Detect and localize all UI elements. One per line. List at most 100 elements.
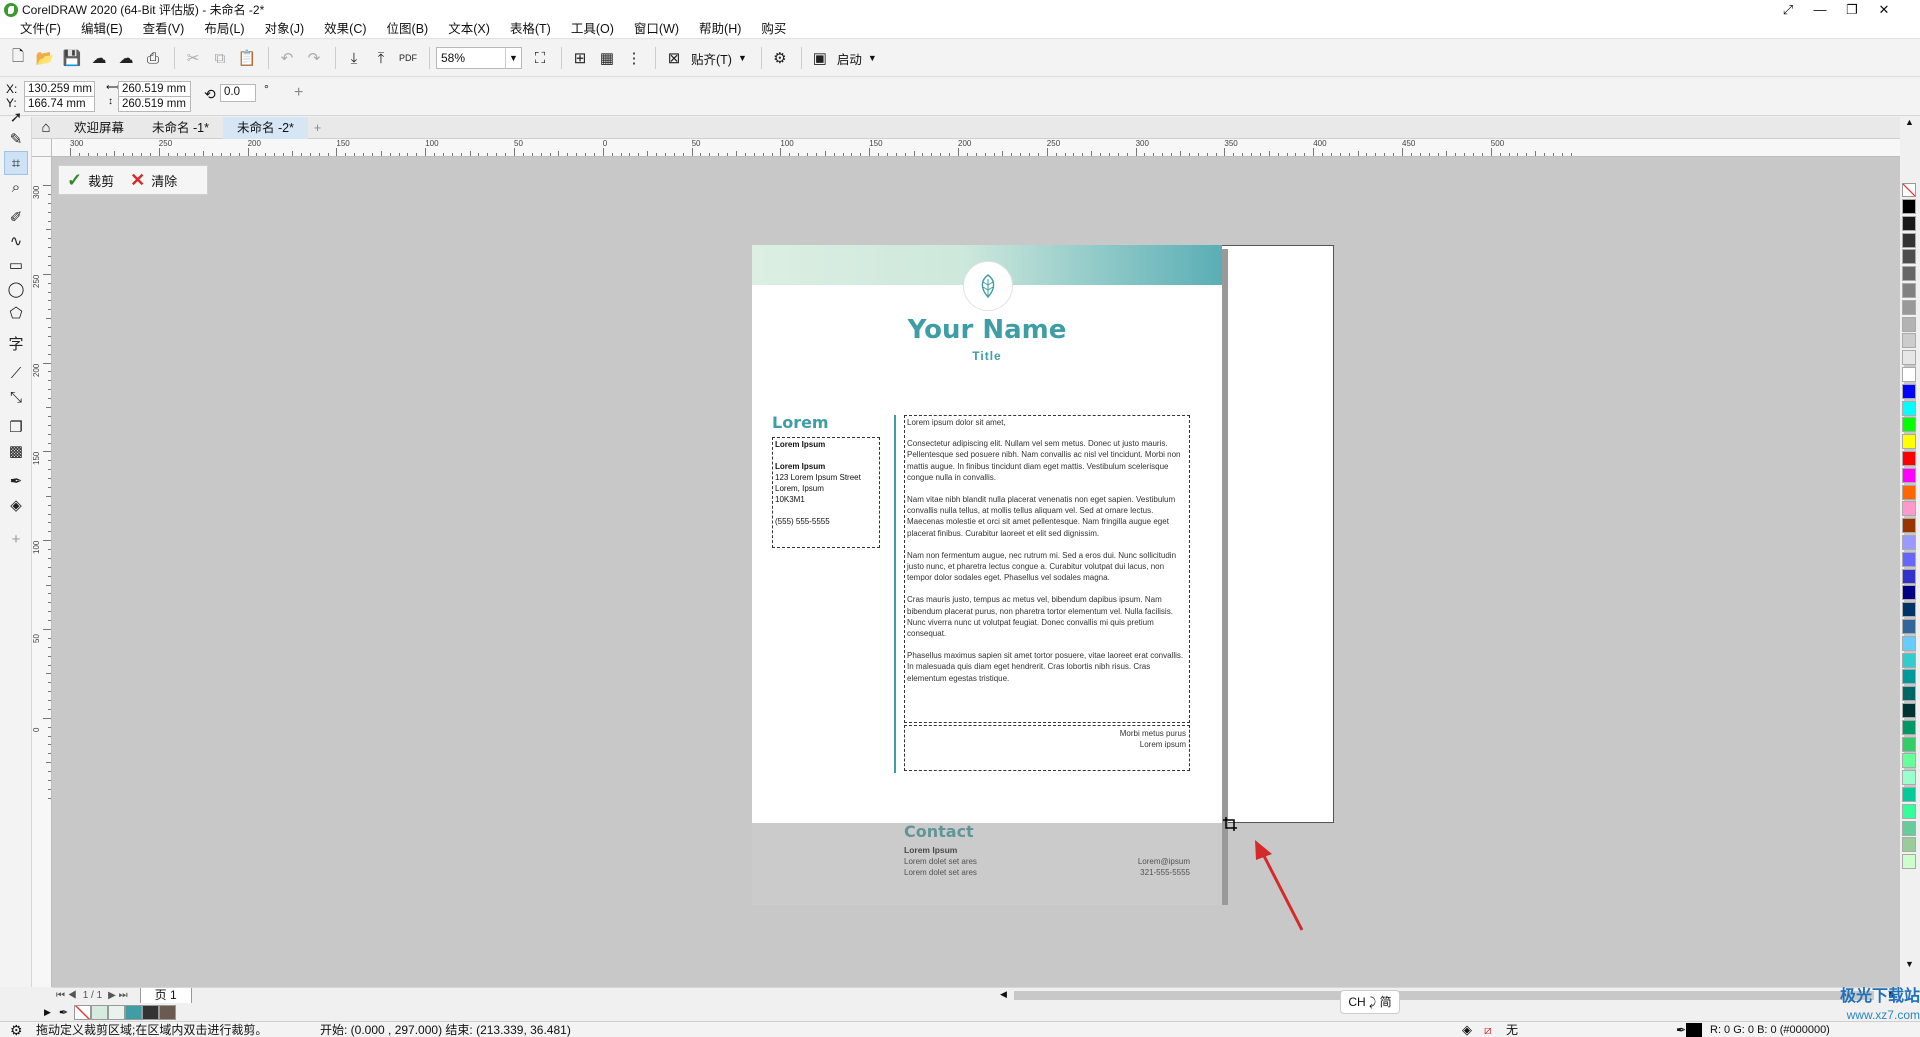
import-icon[interactable]: ⤓ xyxy=(342,46,366,70)
menu-tools[interactable]: 工具(O) xyxy=(561,19,624,39)
settings-gear-icon[interactable]: ⚙ xyxy=(10,1022,23,1037)
open-folder-icon[interactable]: 📂 xyxy=(33,46,57,70)
palette-color-swatch[interactable] xyxy=(1902,417,1916,433)
snap-to-dropdown[interactable]: 贴齐(T) xyxy=(691,49,732,68)
launch-app-icon[interactable]: ▣ xyxy=(808,46,832,70)
polygon-tool-icon[interactable]: ⬠ xyxy=(4,301,28,325)
full-screen-icon[interactable]: ⛶ xyxy=(528,46,552,70)
pick-tool-icon[interactable]: ➚ xyxy=(4,105,28,129)
horizontal-scrollbar[interactable]: ◀ ▶ xyxy=(996,987,1900,1003)
color-swatch[interactable] xyxy=(108,1004,126,1020)
palette-color-swatch[interactable] xyxy=(1902,215,1916,231)
palette-color-swatch[interactable] xyxy=(1902,467,1916,483)
zoom-tool-icon[interactable]: ⌕ xyxy=(4,175,28,199)
palette-color-swatch[interactable] xyxy=(1902,535,1916,550)
palette-color-swatch[interactable] xyxy=(1902,400,1916,416)
show-guidelines-icon[interactable]: ⋮ xyxy=(622,46,646,70)
palette-color-swatch[interactable] xyxy=(1902,484,1916,500)
palette-color-swatch[interactable] xyxy=(1902,367,1916,382)
zoom-level-select[interactable]: 58% ▼ xyxy=(436,47,522,69)
color-swatch[interactable] xyxy=(125,1004,143,1020)
ruler-origin[interactable] xyxy=(32,139,52,157)
palette-color-swatch[interactable] xyxy=(1902,283,1916,298)
width-field[interactable]: 260.519 mm xyxy=(118,81,191,97)
palette-color-swatch[interactable] xyxy=(1902,635,1916,651)
chevron-down-icon[interactable]: ▼ xyxy=(868,53,877,63)
height-field[interactable]: 260.519 mm xyxy=(118,96,191,112)
page-nav-forward-icon[interactable]: ▶ ⏭ xyxy=(108,990,127,1001)
restore-layout-icon[interactable]: ⤢ xyxy=(1774,0,1802,19)
palette-color-swatch[interactable] xyxy=(1902,770,1916,786)
minimize-button[interactable]: — xyxy=(1806,0,1834,19)
scroll-up-icon[interactable]: ▲ xyxy=(1905,117,1914,127)
palette-color-swatch[interactable] xyxy=(1902,820,1916,836)
paste-icon[interactable]: 📋 xyxy=(235,46,259,70)
palette-color-swatch[interactable] xyxy=(1902,266,1916,282)
horizontal-scroll-thumb[interactable] xyxy=(1014,991,1874,1000)
eyedropper-icon[interactable]: ✒ xyxy=(59,1006,68,1019)
maximize-button[interactable]: ❐ xyxy=(1838,0,1866,19)
pdf-export-icon[interactable]: PDF xyxy=(396,46,420,70)
scroll-down-icon[interactable]: ▼ xyxy=(1905,959,1914,969)
menu-effects[interactable]: 效果(C) xyxy=(314,19,376,39)
palette-color-swatch[interactable] xyxy=(1902,299,1916,315)
palette-color-swatch[interactable] xyxy=(1902,753,1916,769)
palette-expand-icon[interactable]: ▶ xyxy=(44,1007,51,1018)
palette-color-swatch[interactable] xyxy=(1902,719,1916,735)
menu-view[interactable]: 查看(V) xyxy=(133,19,195,39)
palette-color-swatch[interactable] xyxy=(1902,803,1916,819)
palette-color-swatch[interactable] xyxy=(1902,703,1916,718)
scroll-left-icon[interactable]: ◀ xyxy=(1000,989,1007,1000)
chevron-down-icon[interactable]: ▼ xyxy=(738,53,747,63)
fill-bucket-icon[interactable]: ◈ xyxy=(1462,1022,1472,1037)
ime-indicator[interactable]: CH ⤸ 简 xyxy=(1340,990,1400,1014)
ellipse-tool-icon[interactable]: ◯ xyxy=(4,277,28,301)
shape-tool-icon[interactable]: ✎ xyxy=(4,127,28,151)
add-tool-icon[interactable]: + xyxy=(4,527,28,551)
cloud-download-icon[interactable]: ☁ xyxy=(87,46,111,70)
palette-no-color-swatch[interactable] xyxy=(1902,183,1916,197)
cloud-upload-icon[interactable]: ☁ xyxy=(114,46,138,70)
menu-bitmaps[interactable]: 位图(B) xyxy=(377,19,439,39)
options-gear-icon[interactable]: ⚙ xyxy=(768,46,792,70)
tab-welcome-screen[interactable]: 欢迎屏幕 xyxy=(60,117,138,139)
show-rulers-icon[interactable]: ⊞ xyxy=(568,46,592,70)
undo-icon[interactable]: ↶ xyxy=(275,46,299,70)
text-tool-icon[interactable]: 字 xyxy=(4,331,28,355)
dimension-tool-icon[interactable]: ⟋ xyxy=(4,361,28,385)
interactive-fill-tool-icon[interactable]: ◈ xyxy=(4,493,28,517)
palette-color-swatch[interactable] xyxy=(1902,518,1916,534)
copy-icon[interactable]: ⧉ xyxy=(208,46,232,70)
palette-color-swatch[interactable] xyxy=(1902,837,1916,853)
add-preset-icon[interactable]: + xyxy=(294,84,303,102)
save-icon[interactable]: 💾 xyxy=(60,46,84,70)
menu-text[interactable]: 文本(X) xyxy=(438,19,500,39)
page-tab-1[interactable]: 页 1 xyxy=(139,987,192,1004)
palette-color-swatch[interactable] xyxy=(1902,551,1916,567)
palette-color-swatch[interactable] xyxy=(1902,652,1916,668)
crop-confirm-button[interactable]: ✓ 裁剪 xyxy=(59,166,122,194)
x-position-field[interactable]: 130.259 mm xyxy=(24,81,95,97)
palette-color-swatch[interactable] xyxy=(1902,451,1916,466)
menu-layout[interactable]: 布局(L) xyxy=(194,19,254,39)
no-fill-swatch[interactable] xyxy=(74,1004,92,1020)
shadow-tool-icon[interactable]: ❐ xyxy=(4,415,28,439)
cut-icon[interactable]: ✂ xyxy=(181,46,205,70)
palette-color-swatch[interactable] xyxy=(1902,669,1916,685)
color-swatch[interactable] xyxy=(159,1004,177,1020)
pen-icon[interactable]: ✒ xyxy=(1676,1022,1686,1037)
palette-color-swatch[interactable] xyxy=(1902,199,1916,214)
eyedropper-tool-icon[interactable]: ✒ xyxy=(4,469,28,493)
menu-help[interactable]: 帮助(H) xyxy=(689,19,751,39)
snap-off-icon[interactable]: ⊠ xyxy=(662,46,686,70)
palette-color-swatch[interactable] xyxy=(1902,619,1916,634)
y-position-field[interactable]: 166.74 mm xyxy=(24,96,95,112)
color-swatch[interactable] xyxy=(91,1004,109,1020)
transparency-tool-icon[interactable]: ▩ xyxy=(4,439,28,463)
show-grid-icon[interactable]: ▦ xyxy=(595,46,619,70)
color-swatch[interactable] xyxy=(142,1004,160,1020)
page-nav-arrows-icon[interactable]: ⏮ ◀ xyxy=(56,990,77,1001)
new-document-icon[interactable]: 🗋 xyxy=(6,46,30,70)
rectangle-tool-icon[interactable]: ▭ xyxy=(4,253,28,277)
bezier-tool-icon[interactable]: ∿ xyxy=(4,229,28,253)
